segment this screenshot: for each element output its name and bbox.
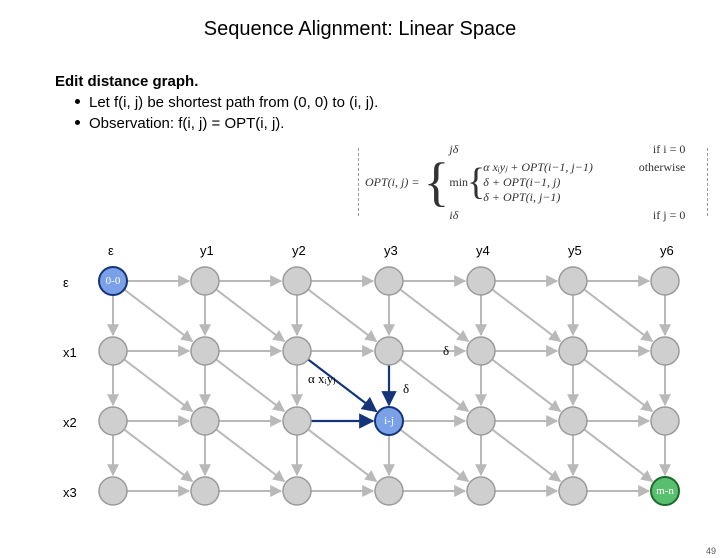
case3-cond: if j = 0 xyxy=(653,208,685,223)
case2-cond: otherwise xyxy=(639,160,686,205)
col-y3: y3 xyxy=(384,243,398,258)
row-x3: x3 xyxy=(63,485,77,500)
bullet-2: Observation: f(i, j) = OPT(i, j). xyxy=(75,113,720,134)
col-y4: y4 xyxy=(476,243,490,258)
row-x1: x1 xyxy=(63,345,77,360)
col-eps: ε xyxy=(108,243,114,258)
formula-cases: jδ if i = 0 min { α xᵢyⱼ + OPT(i−1, j−1)… xyxy=(447,142,685,223)
mid-b: δ + OPT(i−1, j) xyxy=(483,175,593,190)
slide-number: 49 xyxy=(706,546,716,556)
page-title: Sequence Alignment: Linear Space xyxy=(0,18,720,41)
svg-text:m-n: m-n xyxy=(656,485,674,497)
formula-lhs: OPT(i, j) = xyxy=(359,175,425,190)
delta-v-label: δ xyxy=(403,381,409,397)
min-label: min xyxy=(449,175,468,190)
content-block: Edit distance graph. Let f(i, j) be shor… xyxy=(55,71,720,134)
row-x2: x2 xyxy=(63,415,77,430)
section-heading: Edit distance graph. xyxy=(55,71,720,92)
case1-lhs: jδ xyxy=(449,142,458,157)
col-y6: y6 xyxy=(660,243,674,258)
bullet-list: Let f(i, j) be shortest path from (0, 0)… xyxy=(55,92,720,134)
alpha-label: α xᵢyⱼ xyxy=(308,371,335,387)
mid-c: δ + OPT(i, j−1) xyxy=(483,190,593,205)
case3-lhs: iδ xyxy=(449,208,458,223)
opt-formula: OPT(i, j) = { jδ if i = 0 min { α xᵢyⱼ +… xyxy=(358,148,708,216)
row-eps: ε xyxy=(63,275,69,290)
brace-icon: { xyxy=(423,155,449,209)
svg-text:0-0: 0-0 xyxy=(106,275,121,287)
bullet-1: Let f(i, j) be shortest path from (0, 0)… xyxy=(75,92,720,113)
dp-grid-graph: 0-0 i-j m-n ε y1 y2 y3 y4 y5 y6 ε x1 x2 x3… xyxy=(55,243,695,548)
delta-h-label: δ xyxy=(443,343,449,359)
mid-a: α xᵢyⱼ + OPT(i−1, j−1) xyxy=(483,160,593,175)
col-y2: y2 xyxy=(292,243,306,258)
col-y1: y1 xyxy=(200,243,214,258)
svg-text:i-j: i-j xyxy=(384,415,394,427)
case1-cond: if i = 0 xyxy=(653,142,685,157)
grid-svg: 0-0 i-j m-n xyxy=(55,243,695,543)
col-y5: y5 xyxy=(568,243,582,258)
